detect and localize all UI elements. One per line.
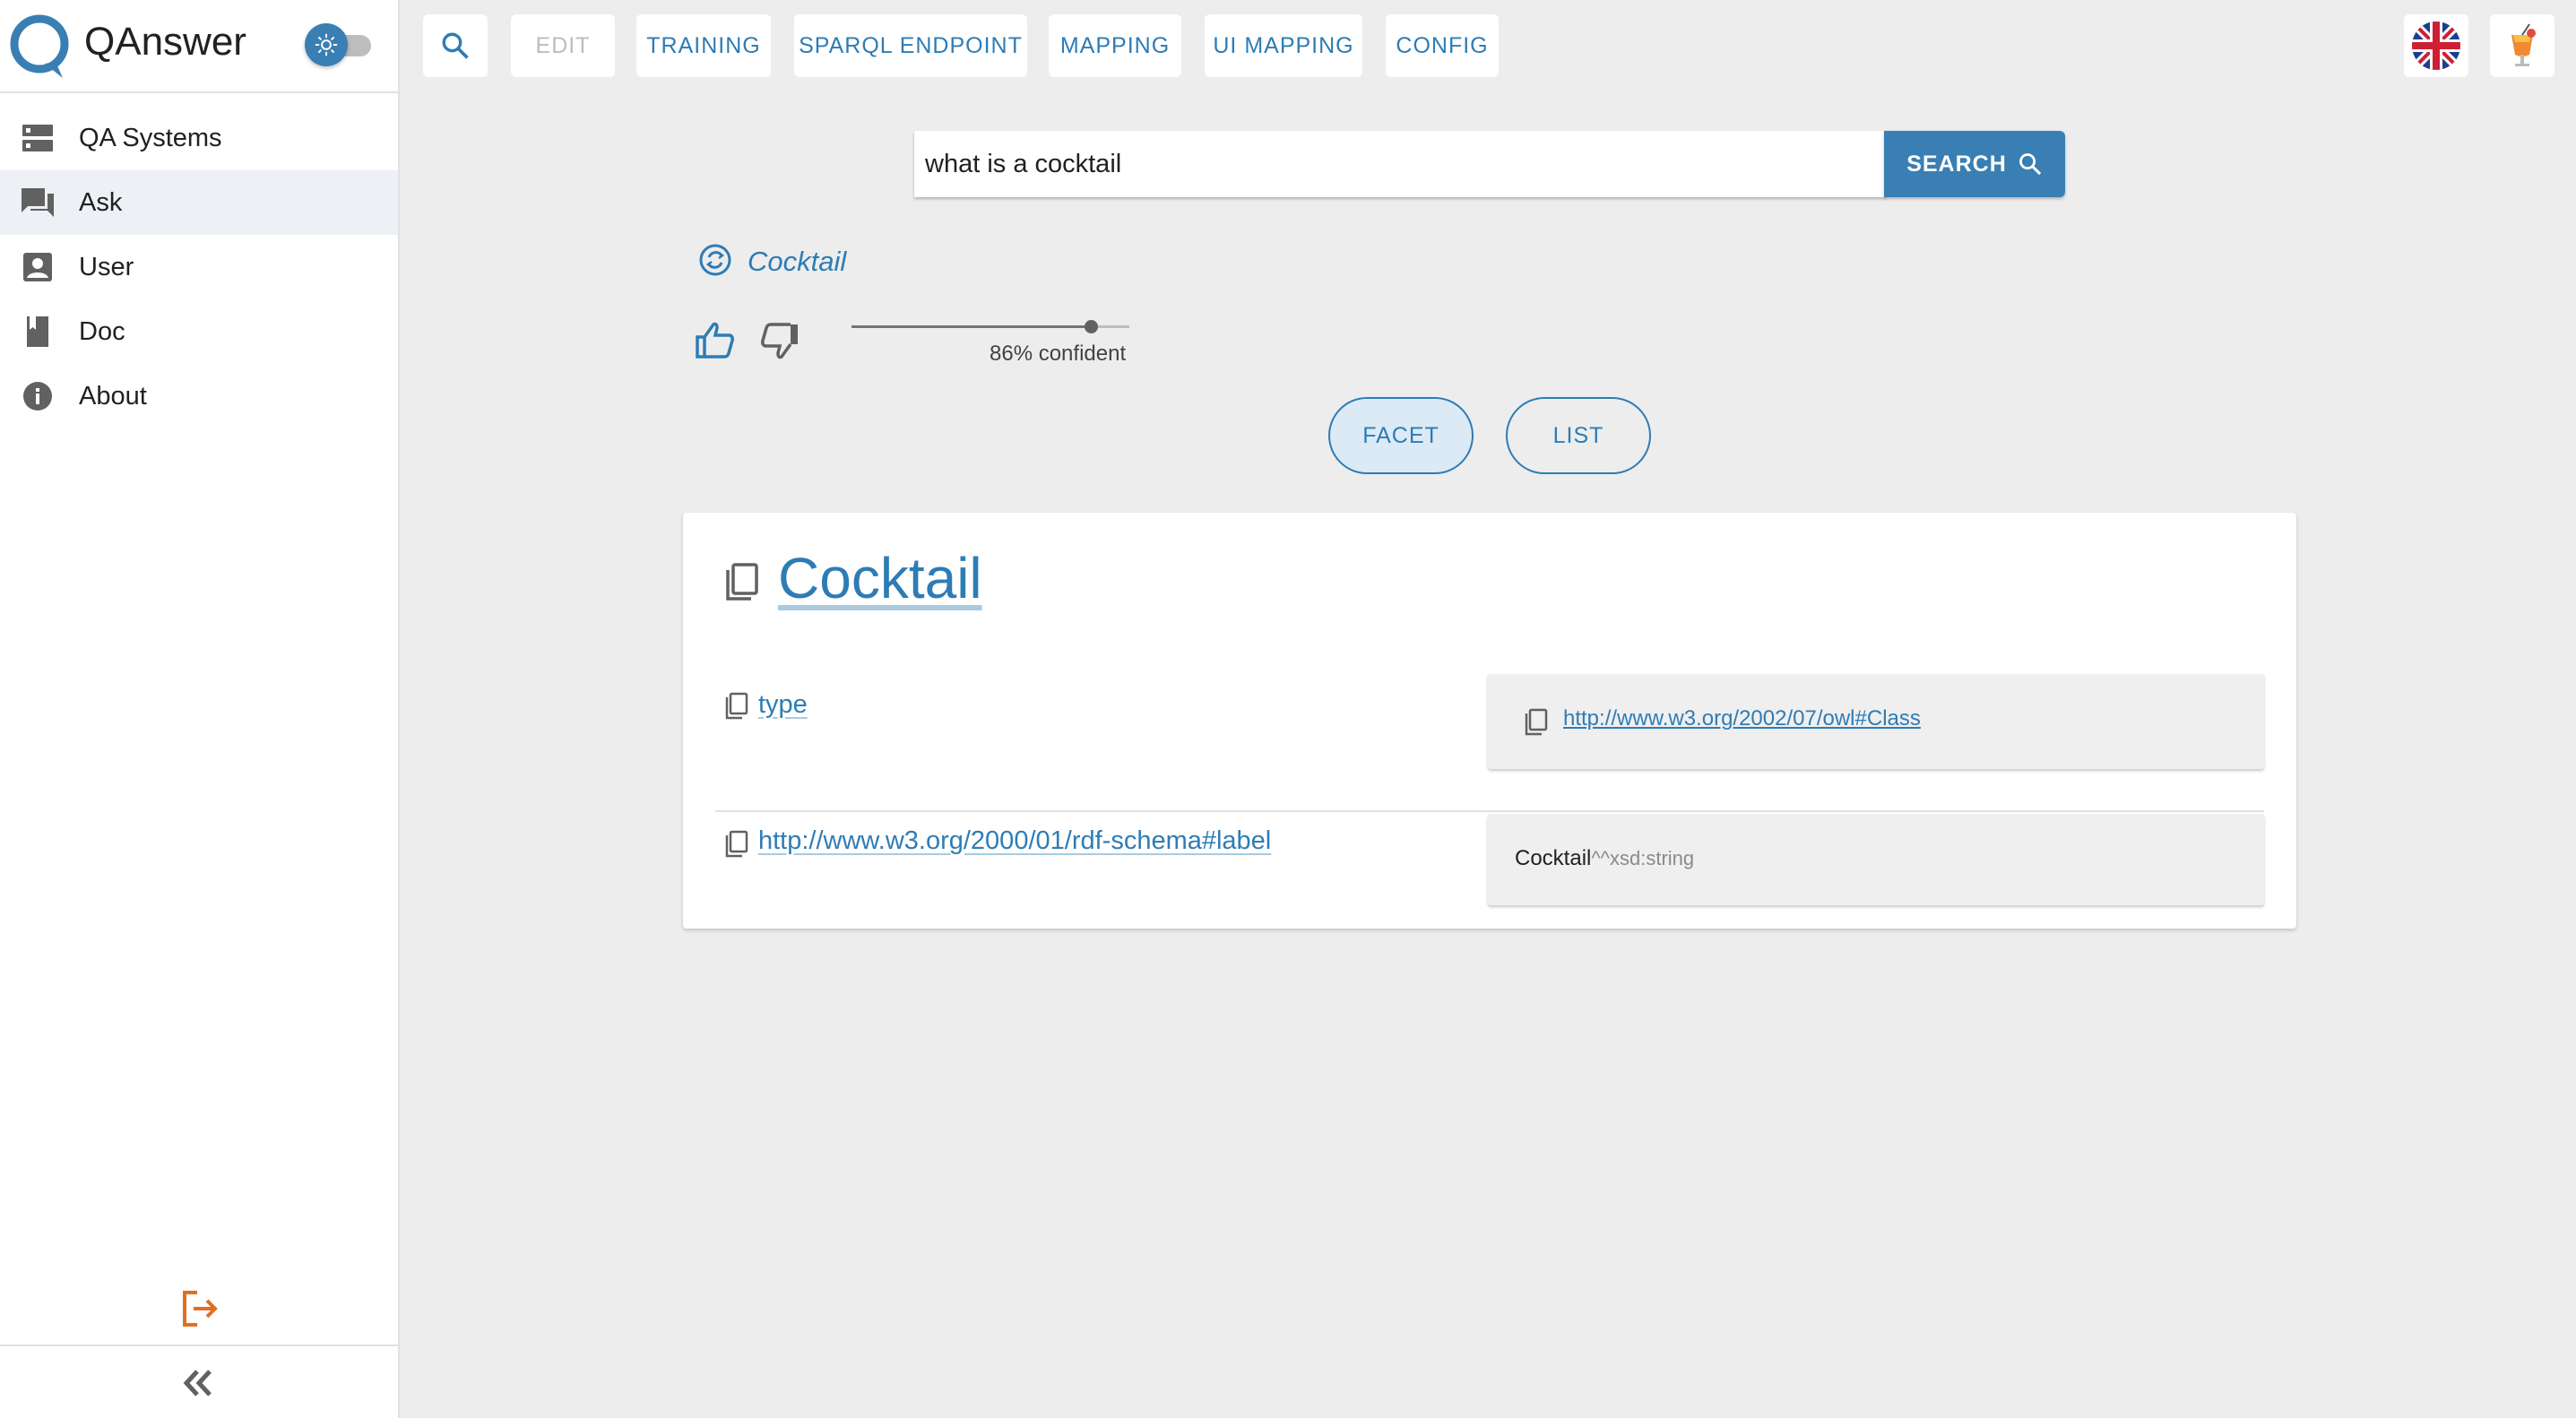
result-card: Cocktail type http://www.w3.org/2002/07/…: [683, 513, 2296, 929]
thumb-up-icon[interactable]: [694, 319, 737, 362]
sidebar-item-label: Doc: [79, 316, 125, 346]
logout-icon[interactable]: [176, 1285, 222, 1332]
copy-icon[interactable]: [724, 692, 749, 721]
facet-view-button[interactable]: FACET: [1328, 397, 1474, 474]
confidence-thumb: [1084, 320, 1098, 333]
property-value-link[interactable]: http://www.w3.org/2002/07/owl#Class: [1563, 706, 1921, 731]
thumb-down-icon[interactable]: [758, 319, 801, 362]
info-icon: [23, 382, 52, 411]
uk-flag-icon: [2412, 22, 2460, 70]
property-key-link[interactable]: type: [758, 690, 808, 720]
property-value-literal: Cocktail^^xsd:string: [1515, 846, 1694, 871]
forum-icon: [22, 188, 54, 217]
search-button[interactable]: SEARCH: [1884, 131, 2065, 197]
property-key-link[interactable]: http://www.w3.org/2000/01/rdf-schema#lab…: [758, 826, 1271, 856]
interpretation-icon[interactable]: [697, 242, 733, 278]
theme-toggle[interactable]: [305, 22, 376, 68]
property-value-box: http://www.w3.org/2002/07/owl#Class: [1488, 674, 2264, 769]
cocktail-icon: [2511, 23, 2536, 66]
answer-interpretation: Cocktail: [748, 246, 847, 277]
property-value-box: Cocktail^^xsd:string: [1488, 814, 2264, 905]
sidebar-item-label: QA Systems: [79, 123, 222, 152]
search-icon: [2018, 153, 2041, 176]
sparql-endpoint-button[interactable]: SPARQL ENDPOINT: [794, 14, 1027, 77]
sidebar: QAnswer QA Systems Ask User Doc About: [0, 0, 400, 1418]
search-icon: [442, 32, 469, 59]
sidebar-item-label: User: [79, 252, 134, 281]
copy-icon[interactable]: [724, 830, 749, 859]
training-button[interactable]: TRAINING: [636, 14, 771, 77]
entity-title-link[interactable]: Cocktail: [778, 545, 982, 611]
search-toggle-button[interactable]: [423, 14, 488, 77]
sidebar-item-qa-systems[interactable]: QA Systems: [0, 106, 398, 170]
property-row: http://www.w3.org/2000/01/rdf-schema#lab…: [715, 814, 2264, 929]
brand-header: QAnswer: [0, 0, 398, 93]
property-row: type http://www.w3.org/2002/07/owl#Class: [715, 674, 2264, 812]
storage-icon: [22, 125, 53, 151]
search-button-label: SEARCH: [1906, 151, 2007, 177]
sidebar-nav: QA Systems Ask User Doc About: [0, 106, 398, 428]
sidebar-item-about[interactable]: About: [0, 364, 398, 428]
sidebar-item-doc[interactable]: Doc: [0, 299, 398, 364]
confidence-label: 86% confident: [990, 342, 1127, 366]
app-name: QAnswer: [84, 20, 246, 64]
sidebar-item-label: Ask: [79, 187, 123, 217]
qanswer-logo-icon: [10, 14, 69, 78]
sidebar-footer: [0, 1345, 398, 1418]
book-icon: [27, 316, 48, 347]
config-button[interactable]: CONFIG: [1386, 14, 1499, 77]
sidebar-item-label: About: [79, 381, 147, 411]
dataset-avatar-button[interactable]: [2490, 14, 2554, 77]
sidebar-item-user[interactable]: User: [0, 235, 398, 299]
literal-datatype: ^^xsd:string: [1591, 847, 1695, 869]
copy-icon[interactable]: [1524, 708, 1549, 737]
copy-icon[interactable]: [722, 561, 762, 604]
double-chevron-left-icon[interactable]: [176, 1362, 222, 1404]
edit-button[interactable]: EDIT: [511, 14, 615, 77]
list-view-button[interactable]: LIST: [1506, 397, 1651, 474]
sidebar-item-ask[interactable]: Ask: [0, 170, 398, 235]
sun-icon: [315, 33, 338, 56]
toggle-knob: [305, 23, 348, 66]
literal-text: Cocktail: [1515, 846, 1592, 870]
mapping-button[interactable]: MAPPING: [1049, 14, 1181, 77]
ui-mapping-button[interactable]: UI MAPPING: [1205, 14, 1362, 77]
search-box: [914, 131, 1886, 197]
language-button[interactable]: [2404, 14, 2468, 77]
search-input[interactable]: [914, 131, 1884, 197]
confidence-fill: [851, 325, 1091, 328]
confidence-slider: [851, 320, 1129, 333]
account-box-icon: [23, 253, 52, 281]
